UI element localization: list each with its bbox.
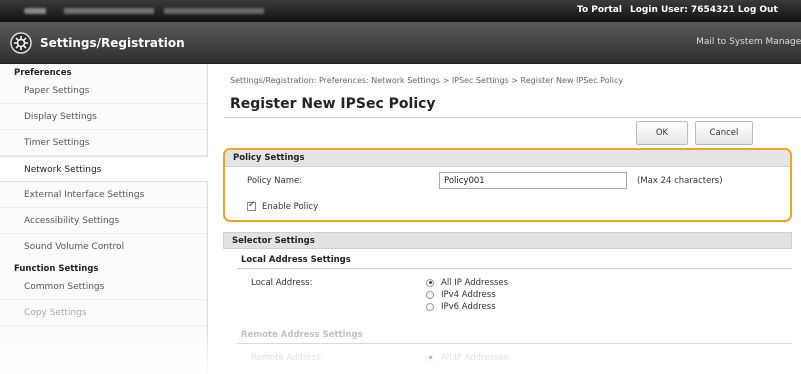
ok-button[interactable]: OK (636, 121, 688, 145)
enable-policy-checkbox[interactable] (247, 200, 256, 211)
gear-icon (10, 32, 32, 54)
sidebar-item-common-settings[interactable]: Common Settings (0, 274, 207, 300)
sidebar-item-network-settings[interactable]: Network Settings (0, 156, 208, 182)
title-divider (224, 117, 801, 118)
main-content: Settings/Registration: Preferences: Netw… (208, 64, 801, 374)
remote-address-settings-heading: Remote Address Settings (241, 330, 363, 340)
local-settings-divider (237, 268, 792, 269)
breadcrumb: Settings/Registration: Preferences: Netw… (230, 76, 624, 85)
radio-label-remote-all-ip: All IP Addresses (441, 352, 509, 363)
policy-settings-heading: Policy Settings (225, 150, 790, 167)
radio-ipv4-address[interactable]: IPv4 Address (426, 289, 496, 300)
radio-ipv6-address[interactable]: IPv6 Address (426, 301, 496, 312)
sidebar-heading-function-settings: Function Settings (14, 264, 99, 274)
sidebar-item-copy-settings[interactable]: Copy Settings (0, 300, 207, 326)
radio-all-ip-addresses[interactable]: All IP Addresses (426, 277, 508, 288)
sidebar-item-timer-settings[interactable]: Timer Settings (0, 130, 207, 156)
policy-name-input[interactable] (439, 172, 627, 189)
policy-name-label: Policy Name: (247, 176, 303, 186)
sidebar-item-accessibility-settings[interactable]: Accessibility Settings (0, 208, 207, 234)
page-title: Register New IPSec Policy (230, 96, 436, 112)
sidebar-item-external-interface-settings[interactable]: External Interface Settings (0, 182, 207, 208)
login-user-info[interactable]: Login User: 7654321 Log Out (630, 5, 778, 15)
blurred-device-info (24, 8, 324, 14)
enable-policy-label: Enable Policy (262, 202, 319, 212)
sidebar-item-sound-volume-control[interactable]: Sound Volume Control (0, 234, 207, 260)
radio-button-selected[interactable] (426, 278, 434, 287)
sidebar: Preferences Paper Settings Display Setti… (0, 64, 208, 374)
policy-name-hint: (Max 24 characters) (637, 176, 723, 186)
remote-settings-divider (237, 343, 792, 344)
radio-remote-all-ip[interactable]: All IP Addresses (426, 352, 508, 363)
sidebar-heading-preferences: Preferences (14, 68, 72, 78)
to-portal-link[interactable]: To Portal (577, 5, 622, 15)
selector-settings-heading: Selector Settings (223, 232, 792, 249)
cancel-button[interactable]: Cancel (695, 121, 753, 145)
radio-button[interactable] (426, 302, 434, 311)
radio-label-ipv4: IPv4 Address (441, 289, 496, 300)
sidebar-item-display-settings[interactable]: Display Settings (0, 104, 207, 130)
radio-label-ipv6: IPv6 Address (441, 301, 496, 312)
header: Settings/Registration Mail to System Man… (0, 22, 801, 64)
remote-address-label: Remote Address: (251, 353, 324, 363)
radio-label-all-ip: All IP Addresses (441, 277, 509, 288)
top-bar: To Portal Login User: 7654321 Log Out (0, 0, 801, 22)
radio-button-selected[interactable] (426, 353, 434, 362)
radio-button[interactable] (426, 290, 434, 299)
local-address-settings-heading: Local Address Settings (241, 255, 351, 265)
app-title: Settings/Registration (40, 36, 185, 50)
sidebar-item-paper-settings[interactable]: Paper Settings (0, 78, 207, 104)
policy-settings-section: Policy Settings Policy Name: (Max 24 cha… (223, 148, 792, 222)
local-address-label: Local Address: (251, 278, 313, 288)
mail-to-system-manager-link[interactable]: Mail to System Manager (696, 37, 801, 47)
selector-settings-section: Selector Settings Local Address Settings… (223, 232, 792, 374)
